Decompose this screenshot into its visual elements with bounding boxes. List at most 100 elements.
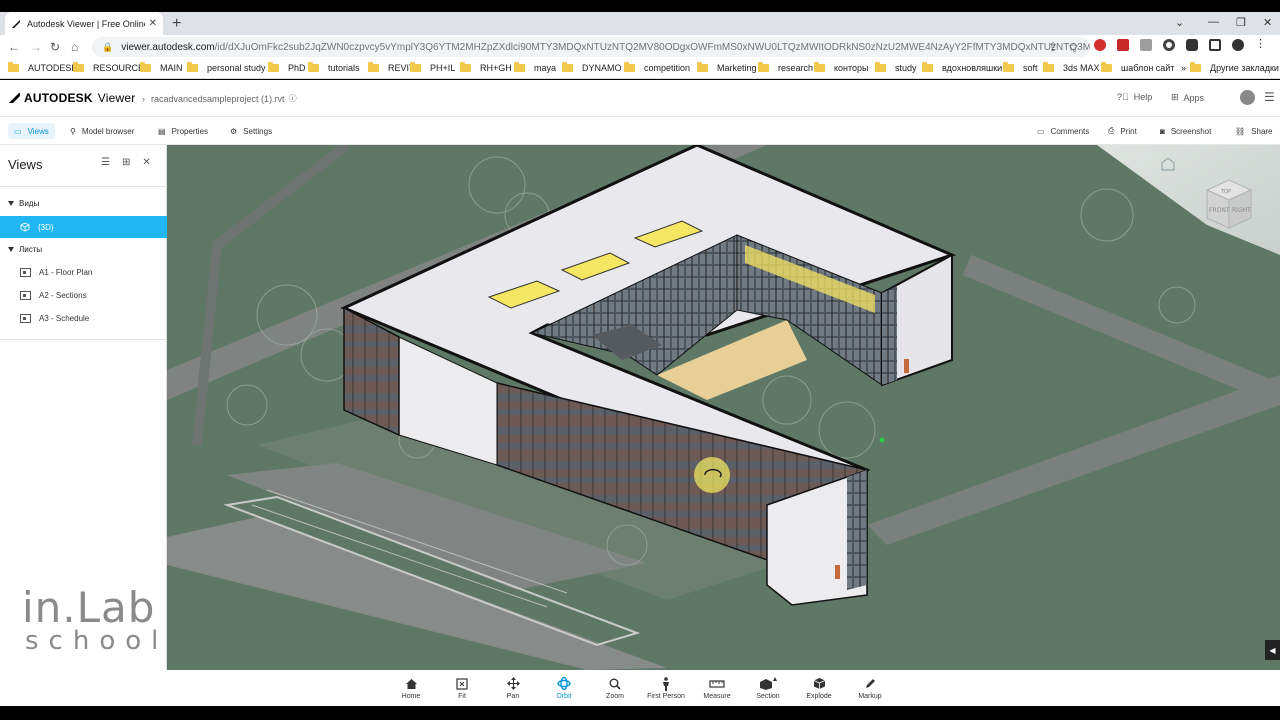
tab-properties[interactable]: ▤ Properties (152, 123, 214, 139)
bookmark-item[interactable]: PH+IL (410, 62, 455, 73)
record-extension-icon[interactable] (1163, 39, 1175, 51)
apps-label: Apps (1183, 92, 1205, 103)
hamburger-menu-icon[interactable]: ☰ (1264, 90, 1275, 104)
bookmark-label: personal study (207, 63, 266, 73)
tab-close-icon[interactable]: ✕ (149, 18, 157, 29)
adblock-icon[interactable] (1094, 39, 1106, 51)
home-tool-button[interactable]: Home (386, 676, 436, 700)
bookmark-item[interactable]: AUTODESK (8, 62, 77, 73)
sheet-item-sections[interactable]: A2 - Sections (0, 284, 167, 306)
tool-label: Zoom (606, 693, 624, 700)
bookmark-item[interactable]: RESOURCE (73, 62, 144, 73)
bookmark-item[interactable]: tutorials (308, 62, 360, 73)
bookmark-item[interactable]: вдохновляшки (922, 62, 1002, 73)
lock-icon: 🔒 (102, 41, 114, 52)
folder-icon (1003, 62, 1014, 72)
tab-views[interactable]: ▭ Views (8, 123, 55, 139)
pdf-extension-icon[interactable] (1117, 39, 1129, 51)
section-tool-button[interactable]: Section (743, 676, 793, 700)
explode-tool-button[interactable]: Explode (794, 676, 844, 700)
reading-list-icon[interactable] (1209, 39, 1221, 51)
apps-button[interactable]: ⊞ Apps (1171, 92, 1204, 103)
sheet-label: A2 - Sections (39, 290, 87, 300)
help-button[interactable]: ?⃝ Help (1117, 92, 1152, 102)
comments-button[interactable]: ▭ Comments (1031, 123, 1095, 139)
sheet-item-floor-plan[interactable]: A1 - Floor Plan (0, 261, 167, 283)
new-tab-button[interactable]: + (172, 15, 181, 33)
user-avatar[interactable] (1240, 90, 1255, 105)
bookmark-item[interactable]: 3ds MAX (1043, 62, 1100, 73)
folder-icon (1101, 62, 1112, 72)
side-expand-icon[interactable]: ◀ (1265, 640, 1280, 660)
share-button[interactable]: ⛓ Share (1229, 123, 1279, 139)
bookmark-item[interactable]: research (758, 62, 813, 73)
pan-tool-button[interactable]: Pan (488, 676, 538, 700)
print-button[interactable]: ⎙ Print (1102, 123, 1143, 139)
group-sheets[interactable]: Листы (8, 245, 42, 254)
list-view-icon[interactable]: ☰ (101, 157, 110, 168)
screenshot-button[interactable]: ◙ Screenshot (1154, 123, 1217, 139)
properties-icon: ▤ (158, 126, 166, 136)
bookmark-star-icon[interactable]: ☆ (1068, 40, 1079, 54)
bookmark-item[interactable]: шаблон сайт (1101, 62, 1174, 73)
profile-avatar[interactable] (1232, 39, 1244, 51)
grid-view-icon[interactable]: ⊞ (122, 157, 130, 168)
help-icon: ?⃝ (1117, 92, 1129, 102)
share-page-icon[interactable]: ⇪ (1048, 40, 1058, 54)
fit-tool-button[interactable]: Fit (437, 676, 487, 700)
extension-icon[interactable] (1140, 39, 1152, 51)
maximize-icon[interactable]: ❐ (1236, 16, 1246, 29)
bookmark-item[interactable]: Marketing (697, 62, 757, 73)
folder-icon (922, 62, 933, 72)
bookmark-item[interactable]: Другие закладки (1190, 62, 1279, 73)
view-item-label: {3D} (38, 222, 54, 232)
bookmark-item[interactable]: soft (1003, 62, 1038, 73)
bookmark-item[interactable]: конторы (814, 62, 869, 73)
bookmark-item[interactable]: MAIN (140, 62, 183, 73)
info-icon[interactable]: ⓘ (289, 93, 297, 104)
bookmarks-overflow-icon[interactable]: » (1181, 63, 1186, 73)
tab-settings[interactable]: ⚙ Settings (224, 123, 278, 139)
orbit-tool-button[interactable]: Orbit (535, 673, 589, 706)
browser-tab[interactable]: Autodesk Viewer | Free Online File ✕ (5, 12, 163, 35)
sheet-item-schedule[interactable]: A3 - Schedule (0, 307, 167, 329)
forward-icon[interactable]: → (30, 40, 42, 54)
tool-label: Pan (506, 693, 520, 700)
bookmark-item[interactable]: PhD (268, 62, 306, 73)
tab-model-browser[interactable]: ⚲ Model browser (64, 123, 140, 139)
bookmark-item[interactable]: DYNAMO (562, 62, 622, 73)
viewer-toolbar: ▭ Views ⚲ Model browser ▤ Properties ⚙ S… (0, 117, 1280, 145)
bookmark-item[interactable]: RH+GH (460, 62, 512, 73)
markup-tool-button[interactable]: Markup (845, 676, 895, 700)
group-views[interactable]: Виды (8, 199, 39, 208)
measure-tool-button[interactable]: Measure (692, 676, 742, 700)
bookmark-item[interactable]: study (875, 62, 917, 73)
model-viewport[interactable]: TOP FRONT RIGHT (167, 145, 1280, 670)
tab-search-icon[interactable]: ⌄ (1175, 16, 1184, 29)
url-field[interactable]: 🔒 viewer.autodesk.com/id/dXJuOmFkc2sub2J… (92, 37, 1090, 57)
caret-down-icon (8, 201, 14, 206)
building-model[interactable]: TOP FRONT RIGHT (167, 145, 1280, 670)
minimize-icon[interactable]: — (1208, 16, 1219, 28)
browser-menu-icon[interactable]: ⋮ (1255, 39, 1267, 51)
view-item-3d[interactable]: {3D} (0, 216, 167, 238)
autodesk-viewer-logo[interactable]: AUTODESK Viewer (9, 91, 135, 105)
folder-icon (814, 62, 825, 72)
close-panel-icon[interactable]: ✕ (142, 157, 150, 168)
tool-label: Orbit (556, 693, 572, 700)
bookmark-label: Marketing (717, 63, 757, 73)
reload-icon[interactable]: ↻ (50, 40, 60, 54)
bookmark-item[interactable]: REVIT (368, 62, 415, 73)
bookmark-item[interactable]: personal study (187, 62, 266, 73)
bookmark-item[interactable]: competition (624, 62, 690, 73)
back-icon[interactable]: ← (8, 40, 20, 54)
zoom-tool-button[interactable]: Zoom (590, 676, 640, 700)
bookmark-item[interactable]: maya (514, 62, 556, 73)
file-breadcrumb[interactable]: › racadvancedsampleproject (1).rvt ⓘ (142, 93, 297, 104)
first-person-tool-button[interactable]: First Person (641, 676, 691, 700)
gear-icon: ⚙ (230, 126, 238, 136)
puzzle-icon[interactable] (1186, 39, 1198, 51)
home-icon[interactable]: ⌂ (71, 40, 78, 54)
close-window-icon[interactable]: ✕ (1263, 16, 1272, 29)
folder-icon (73, 62, 84, 72)
